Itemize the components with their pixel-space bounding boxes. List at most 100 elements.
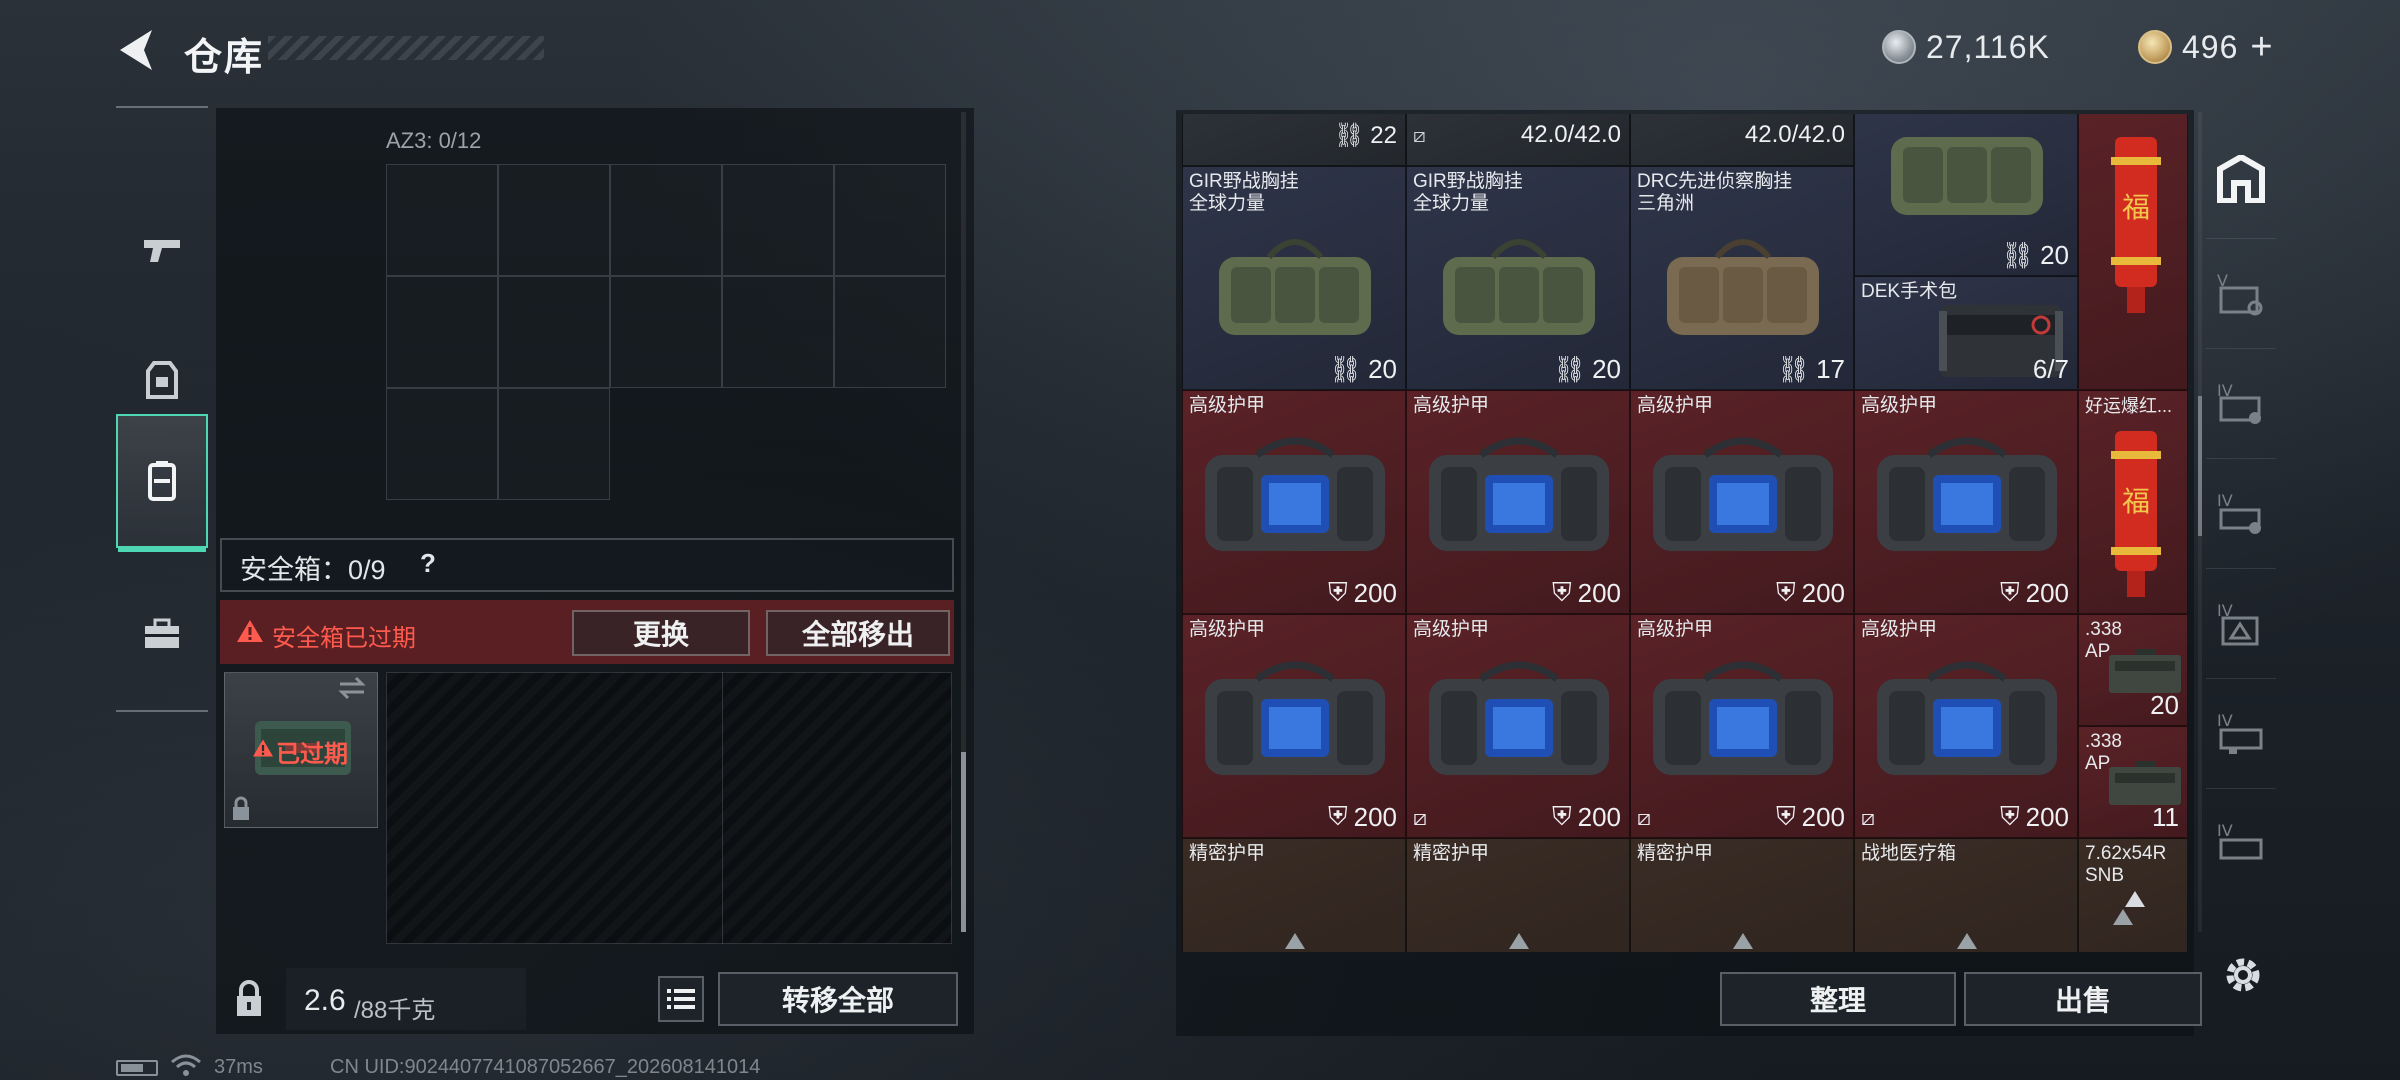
backpack-slot[interactable] xyxy=(610,276,722,388)
item-name: 高级护甲 xyxy=(1637,619,1714,640)
stash-item[interactable]: 精密护甲 xyxy=(1630,838,1854,952)
heavy-armor-art xyxy=(1877,661,2057,775)
armor-count-icon: ⛓ xyxy=(1777,354,1811,384)
safe-expired-text: 安全箱已过期 xyxy=(272,625,416,652)
svg-text:IV: IV xyxy=(2217,491,2233,510)
tab-v-icon: V xyxy=(2217,271,2263,315)
shield-icon: ⛨ xyxy=(2000,801,2020,831)
stash-item[interactable]: 7.62x54R SNB 60 xyxy=(2078,838,2188,952)
item-durability: ⛨ 200 xyxy=(1328,801,1397,832)
tab-weapons[interactable] xyxy=(116,202,208,298)
backpack-slot[interactable] xyxy=(386,164,498,276)
stash-item[interactable]: DRC先进侦察胸挂 三角洲 ⛓ 17 xyxy=(1630,166,1854,390)
shield-icon: ⛨ xyxy=(1328,801,1348,831)
no-repair-icon: ⧄ xyxy=(1413,125,1426,147)
tab-storage-v[interactable]: V xyxy=(2206,238,2276,348)
heavy-armor-art xyxy=(1429,661,1609,775)
equipment-tabs xyxy=(116,106,208,712)
stash-scroll-thumb[interactable] xyxy=(2198,396,2202,536)
stash-item[interactable]: 高级护甲 ⛨ 200 xyxy=(1182,614,1406,838)
stash-item[interactable]: ⛓ 22 xyxy=(1182,114,1406,166)
item-durability: ⛨ 200 xyxy=(1552,577,1621,608)
tidy-button[interactable]: 整理 xyxy=(1720,972,1956,1026)
tab-storage-iv-e[interactable]: IV xyxy=(2206,788,2276,898)
item-name: GIR野战胸挂 全球力量 xyxy=(1189,171,1299,214)
tab-storage-iv-b[interactable]: IV xyxy=(2206,458,2276,568)
move-all-out-button[interactable]: 全部移出 xyxy=(766,610,950,656)
back-arrow-icon[interactable] xyxy=(112,24,160,76)
stash-item[interactable]: GIR野战胸挂 全球力量 ⛓ 20 xyxy=(1182,166,1406,390)
tab-backpack[interactable] xyxy=(116,414,208,552)
lock-icon xyxy=(230,796,252,822)
stash-item[interactable]: GIR野战胸挂 全球力量 ⛓ 20 xyxy=(1406,166,1630,390)
add-currency-button[interactable]: + xyxy=(2250,26,2272,69)
svg-text:福: 福 xyxy=(2122,191,2150,224)
tab-iv-d-icon: IV xyxy=(2217,711,2263,754)
weight-max: /88千克 xyxy=(354,997,436,1024)
safe-box-help-button[interactable]: ? xyxy=(420,548,436,579)
chest-rig-art xyxy=(1667,239,1819,335)
stash-item[interactable]: 高级护甲 ⛨ 200 xyxy=(1854,390,2078,614)
replace-button[interactable]: 更换 xyxy=(572,610,750,656)
item-name: 高级护甲 xyxy=(1189,619,1266,640)
slot-divider xyxy=(722,672,723,944)
item-name: 7.62x54R SNB xyxy=(2085,843,2167,886)
stash-item[interactable]: .338 AP 20 xyxy=(2078,614,2188,726)
stash-item[interactable]: DEK手术包 6/7 xyxy=(1854,276,2078,390)
gold-currency[interactable]: 496 + xyxy=(2138,24,2273,70)
stash-item[interactable]: 高级护甲 ⧄ ⛨ 200 xyxy=(1630,614,1854,838)
tab-iv-e-icon: IV xyxy=(2217,821,2263,859)
tab-storage-iv-a[interactable]: IV xyxy=(2206,348,2276,458)
uid-text: CN UID:9024407741087052667_202608141014 xyxy=(330,1056,761,1078)
safe-box-slots[interactable] xyxy=(386,672,952,944)
stash-item[interactable]: 福 xyxy=(2078,114,2188,390)
stash-item[interactable]: 高级护甲 ⛨ 200 xyxy=(1406,390,1630,614)
list-view-button[interactable] xyxy=(658,976,704,1022)
weight-current: 2.6 xyxy=(304,984,346,1017)
backpack-slot[interactable] xyxy=(386,388,498,500)
stash-item[interactable]: 好运爆红... 福 xyxy=(2078,390,2188,614)
stash-item[interactable]: 精密护甲 xyxy=(1182,838,1406,952)
tab-storage-iv-c[interactable]: IV xyxy=(2206,568,2276,678)
chest-rig-art xyxy=(1443,239,1595,335)
backpack-slot[interactable] xyxy=(498,164,610,276)
stash-item[interactable]: 42.0/42.0 xyxy=(1630,114,1854,166)
sell-button[interactable]: 出售 xyxy=(1964,972,2202,1026)
briefcase-icon xyxy=(145,618,179,648)
backpack-capacity-label: AZ3: 0/12 xyxy=(386,128,482,153)
swap-icon[interactable] xyxy=(336,676,368,700)
backpack-slot[interactable] xyxy=(498,276,610,388)
stash-item[interactable]: 高级护甲 ⧄ ⛨ 200 xyxy=(1854,614,2078,838)
armor-count-icon: ⛓ xyxy=(2001,240,2035,270)
item-name: GIR野战胸挂 全球力量 xyxy=(1413,171,1523,214)
backpack-slot[interactable] xyxy=(722,276,834,388)
stash-item[interactable]: 高级护甲 ⛨ 200 xyxy=(1182,390,1406,614)
backpack-slot[interactable] xyxy=(834,164,946,276)
tab-storage-iv-d[interactable]: IV xyxy=(2206,678,2276,788)
item-name: 战地医疗箱 xyxy=(1861,843,1957,864)
backpack-slot[interactable] xyxy=(834,276,946,388)
tab-vault[interactable] xyxy=(2206,124,2276,234)
stash-item[interactable]: 战地医疗箱 xyxy=(1854,838,2078,952)
transfer-all-button[interactable]: 转移全部 xyxy=(718,972,958,1026)
backpack-slot[interactable] xyxy=(498,388,610,500)
stash-item[interactable]: 高级护甲 ⧄ ⛨ 200 xyxy=(1406,614,1630,838)
heavy-armor-art xyxy=(1429,437,1609,551)
tab-case[interactable] xyxy=(116,586,208,682)
backpack-slot[interactable] xyxy=(386,276,498,388)
stash-item[interactable]: 高级护甲 ⛨ 200 xyxy=(1630,390,1854,614)
item-durability: ⛨ 200 xyxy=(2000,801,2069,832)
backpack-slot[interactable] xyxy=(722,164,834,276)
stash-item[interactable]: .338 AP 11 xyxy=(2078,726,2188,838)
backpack-slot[interactable] xyxy=(610,164,722,276)
page-title: 仓库 xyxy=(184,37,265,79)
stash-item[interactable]: ⛓ 20 xyxy=(1854,114,2078,276)
stash-item[interactable]: ⧄ 42.0/42.0 xyxy=(1406,114,1630,166)
stash-item[interactable]: 精密护甲 xyxy=(1406,838,1630,952)
chest-rig-art xyxy=(1891,137,2043,215)
wifi-icon xyxy=(170,1054,202,1078)
settings-gear-icon[interactable] xyxy=(2218,950,2268,1000)
backpack-scroll-thumb[interactable] xyxy=(961,752,966,932)
ping-text: 37ms xyxy=(214,1056,263,1078)
svg-text:福: 福 xyxy=(2122,485,2150,518)
